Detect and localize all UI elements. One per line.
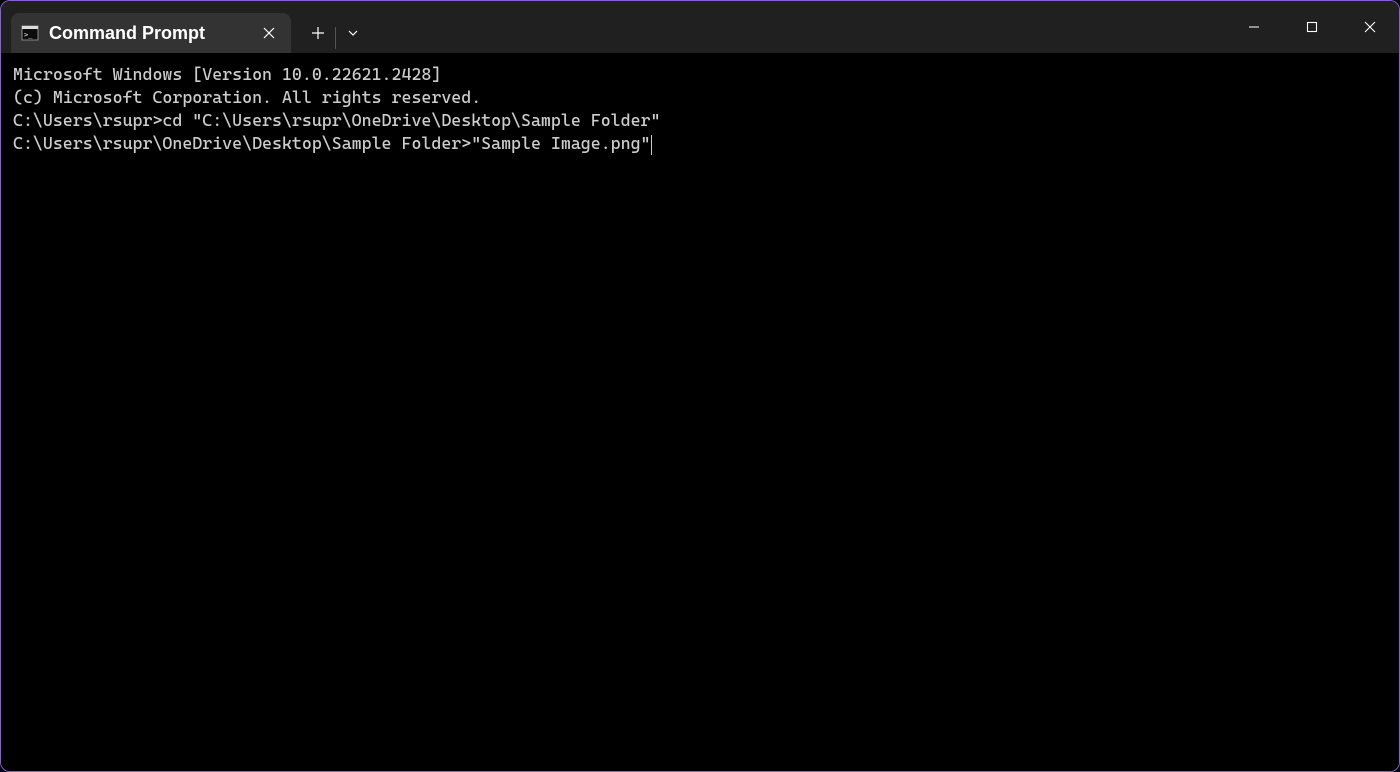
terminal-body[interactable]: Microsoft Windows [Version 10.0.22621.24… xyxy=(1,53,1399,771)
tab-close-button[interactable] xyxy=(259,23,279,43)
text-cursor xyxy=(651,135,652,155)
tabs-area: >_ Command Prompt xyxy=(1,1,1225,53)
minimize-button[interactable] xyxy=(1225,1,1283,53)
maximize-button[interactable] xyxy=(1283,1,1341,53)
terminal-line: C:\Users\rsupr\OneDrive\Desktop\Sample F… xyxy=(13,132,1387,155)
new-tab-button[interactable] xyxy=(301,13,335,53)
window-controls xyxy=(1225,1,1399,53)
tab-dropdown-button[interactable] xyxy=(336,13,370,53)
terminal-window: >_ Command Prompt xyxy=(0,0,1400,772)
close-button[interactable] xyxy=(1341,1,1399,53)
tab-command-prompt[interactable]: >_ Command Prompt xyxy=(11,13,291,53)
command-prompt-icon: >_ xyxy=(21,24,39,42)
terminal-text: C:\Users\rsupr\OneDrive\Desktop\Sample F… xyxy=(13,133,651,153)
terminal-line: C:\Users\rsupr>cd "C:\Users\rsupr\OneDri… xyxy=(13,109,1387,132)
terminal-line: (c) Microsoft Corporation. All rights re… xyxy=(13,86,1387,109)
terminal-line: Microsoft Windows [Version 10.0.22621.24… xyxy=(13,63,1387,86)
tab-title: Command Prompt xyxy=(49,23,249,44)
svg-text:>_: >_ xyxy=(24,31,33,39)
tab-actions xyxy=(301,1,370,53)
titlebar: >_ Command Prompt xyxy=(1,1,1399,53)
